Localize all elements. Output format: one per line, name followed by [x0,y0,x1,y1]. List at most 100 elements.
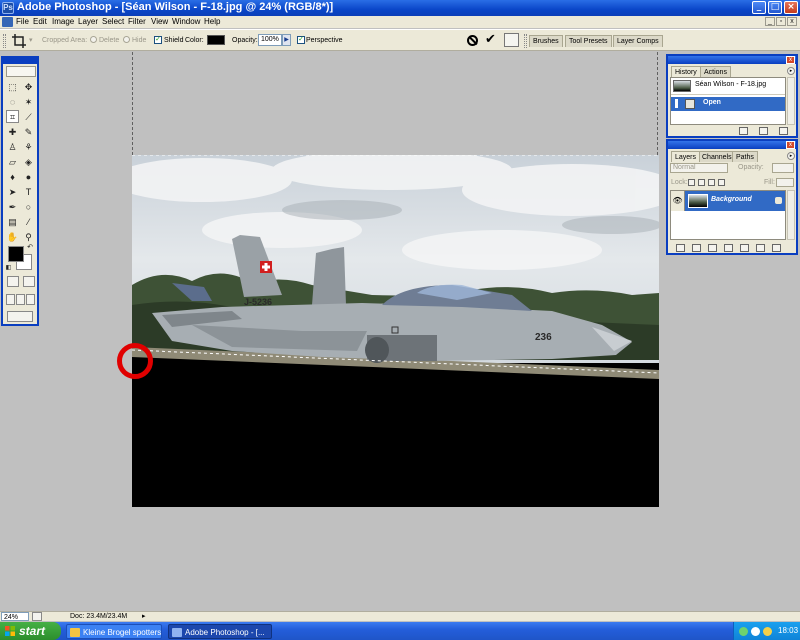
crop-marquee-right-edge[interactable] [657,52,658,155]
maximize-button[interactable]: □ [768,1,782,14]
document-close-button[interactable]: x [787,17,797,26]
history-panel-titlebar[interactable] [668,56,796,64]
move-tool-icon[interactable]: ✥ [22,80,35,93]
history-state-open[interactable]: Open [671,97,785,111]
healing-brush-tool-icon[interactable]: ✚ [6,125,19,138]
menu-window[interactable]: Window [172,16,200,28]
marquee-tool-icon[interactable]: ⬚ [6,80,19,93]
commit-crop-icon[interactable]: ✔ [485,32,496,48]
minimize-button[interactable]: _ [752,1,766,14]
layers-panel-menu-icon[interactable]: ▸ [787,152,795,160]
file-browser-icon[interactable] [504,33,519,47]
menu-file[interactable]: File [16,16,29,28]
shape-tool-icon[interactable]: ○ [22,200,35,213]
dodge-tool-icon[interactable]: ● [22,170,35,183]
quick-mask-mode-icon[interactable] [23,276,35,287]
standard-screen-mode-icon[interactable] [6,294,15,305]
taskbar-item-browser[interactable]: Kleine Brogel spotters... [66,624,162,639]
tab-history[interactable]: History [671,66,701,77]
opacity-slider-arrow[interactable]: ▶ [282,34,291,46]
shield-opacity-input[interactable]: 100% [258,34,282,46]
history-panel-menu-icon[interactable]: ▸ [787,67,795,75]
well-tab-brushes[interactable]: Brushes [529,35,563,47]
history-snapshot[interactable]: Séan Wilson - F-18.jpg [671,78,785,95]
lock-pixels-icon[interactable] [698,179,705,186]
crop-tool-preset-icon[interactable] [12,34,26,48]
options-bar-grip[interactable] [3,34,6,48]
well-tab-layer-comps[interactable]: Layer Comps [613,35,663,47]
crop-tool-icon[interactable]: ⌗ [6,110,19,123]
fill-input[interactable] [776,178,794,187]
new-layer-icon[interactable] [756,244,765,252]
layer-mask-icon[interactable] [708,244,717,252]
history-brush-tool-icon[interactable]: ⚘ [22,140,35,153]
cancel-crop-icon[interactable] [467,35,478,46]
tab-layers[interactable]: Layers [671,151,701,162]
crop-marquee-left-edge[interactable] [132,52,133,155]
menu-select[interactable]: Select [102,16,124,28]
menu-edit[interactable]: Edit [33,16,47,28]
hide-radio[interactable] [123,36,130,43]
lock-transparency-icon[interactable] [688,179,695,186]
zoom-tool-icon[interactable]: ⚲ [22,230,35,243]
delete-radio[interactable] [90,36,97,43]
delete-layer-icon[interactable] [772,244,781,252]
menu-view[interactable]: View [151,16,168,28]
brush-tool-icon[interactable]: ✎ [22,125,35,138]
tab-actions[interactable]: Actions [700,66,731,77]
history-brush-source-icon[interactable] [675,99,681,108]
adjustment-layer-icon[interactable] [724,244,733,252]
document-image[interactable]: J-5236 236 [132,155,659,507]
foreground-color-swatch[interactable] [8,246,24,262]
eraser-tool-icon[interactable]: ▱ [6,155,19,168]
document-minimize-button[interactable]: _ [765,17,775,26]
well-tab-tool-presets[interactable]: Tool Presets [565,35,612,47]
type-tool-icon[interactable]: T [22,185,35,198]
menu-help[interactable]: Help [204,16,220,28]
menu-image[interactable]: Image [52,16,74,28]
default-colors-icon[interactable]: ◧ [5,264,12,271]
shield-color-swatch[interactable] [207,35,225,45]
new-snapshot-icon[interactable] [759,127,768,135]
start-button[interactable]: start [0,622,61,640]
zoom-level-input[interactable]: 24% [1,612,29,621]
blend-mode-select[interactable]: Normal [670,163,728,173]
full-screen-menu-mode-icon[interactable] [16,294,25,305]
clone-stamp-tool-icon[interactable]: ♙ [6,140,19,153]
menu-layer[interactable]: Layer [78,16,98,28]
pen-tool-icon[interactable]: ✒ [6,200,19,213]
layer-opacity-input[interactable] [772,163,794,173]
eyedropper-tool-icon[interactable]: ⁄ [22,215,35,228]
layer-row-background[interactable]: 👁 Background [671,191,785,211]
document-menu-icon[interactable] [2,17,13,27]
full-screen-mode-icon[interactable] [26,294,35,305]
lock-position-icon[interactable] [708,179,715,186]
slice-tool-icon[interactable]: ⟋ [22,110,35,123]
blur-tool-icon[interactable]: ♦ [6,170,19,183]
taskbar-item-photoshop[interactable]: Adobe Photoshop - [... [168,624,272,639]
status-menu-arrow[interactable]: ▸ [142,612,146,621]
history-panel-close-icon[interactable]: x [786,56,795,64]
layers-panel-titlebar[interactable] [668,141,796,149]
lasso-tool-icon[interactable]: ◌ [6,95,19,108]
notes-tool-icon[interactable]: ▤ [6,215,19,228]
perspective-checkbox[interactable]: ✓ [297,36,305,44]
adobe-online-icon[interactable] [6,66,36,77]
standard-mode-icon[interactable] [7,276,19,287]
tray-app-icon[interactable] [739,627,748,636]
history-scrollbar[interactable] [787,77,795,125]
layer-style-icon[interactable] [692,244,701,252]
layer-visibility-eye-icon[interactable]: 👁 [671,191,685,211]
layers-panel-close-icon[interactable]: x [786,141,795,149]
lock-all-icon[interactable] [718,179,725,186]
link-layers-icon[interactable] [676,244,685,252]
layers-scrollbar[interactable] [787,190,795,240]
magic-wand-tool-icon[interactable]: ✶ [22,95,35,108]
close-button[interactable]: × [784,1,798,14]
tools-palette-titlebar[interactable] [3,58,37,64]
status-info-icon[interactable] [32,612,42,621]
path-selection-tool-icon[interactable]: ➤ [6,185,19,198]
new-group-icon[interactable] [740,244,749,252]
swap-colors-icon[interactable]: ↶ [26,244,34,252]
menu-filter[interactable]: Filter [128,16,146,28]
